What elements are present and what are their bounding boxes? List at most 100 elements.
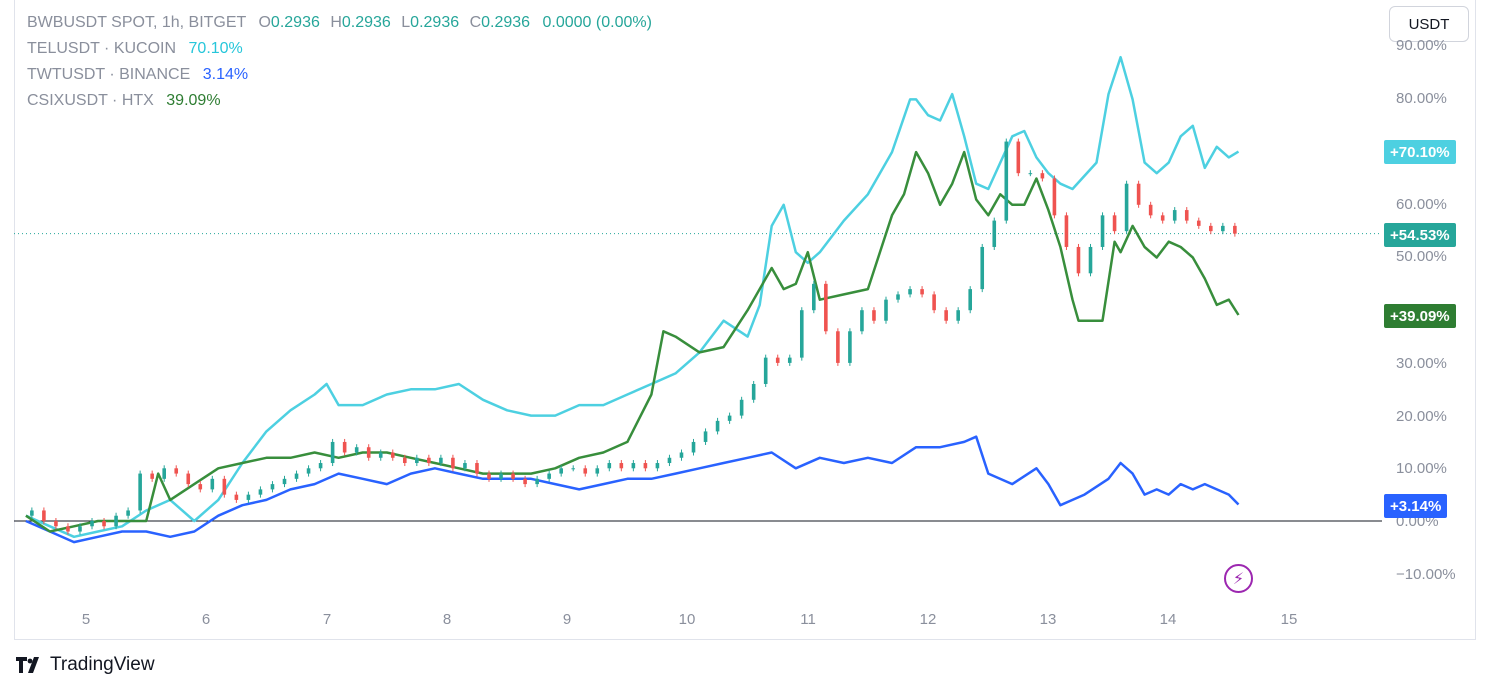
candle-body — [667, 457, 672, 464]
candle-body — [1076, 246, 1081, 274]
main-price-badge: +54.53% — [1384, 223, 1456, 247]
tel-value: 70.10% — [188, 40, 243, 57]
candle-body — [944, 310, 948, 321]
y-tick: 80.00% — [1396, 90, 1447, 107]
legend-compare-twt[interactable]: TWTUSDT · BINANCE 3.14% — [27, 62, 652, 88]
candle-body — [306, 468, 311, 474]
candle-body — [1064, 215, 1069, 247]
twt-value: 3.14% — [202, 66, 249, 83]
candle-body — [463, 463, 467, 469]
main-symbol: BWBUSDT SPOT, 1h, BITGET — [27, 14, 247, 31]
candle-body — [1233, 225, 1237, 234]
close-value: 0.2936 — [481, 14, 531, 31]
candle-body — [126, 510, 130, 516]
x-tick: 14 — [1159, 611, 1177, 628]
candle-body — [896, 294, 900, 300]
candle-body — [992, 220, 997, 247]
legend: BWBUSDT SPOT, 1h, BITGET O0.2936 H0.2936… — [27, 10, 652, 114]
candle-body — [439, 457, 443, 464]
candle-body — [799, 310, 804, 358]
candle-body — [932, 294, 936, 311]
candle-body — [583, 468, 588, 474]
candle-body — [282, 478, 287, 485]
x-tick: 7 — [322, 611, 332, 628]
candle-body — [330, 441, 335, 464]
candle-body — [1209, 225, 1213, 232]
candle-body — [30, 510, 34, 516]
candle-body — [415, 457, 419, 464]
x-tick: 12 — [919, 611, 937, 628]
candle-body — [703, 431, 708, 442]
twt-price-badge: +3.14% — [1384, 494, 1448, 518]
candle-body — [595, 468, 600, 474]
csix-symbol: CSIXUSDT · HTX — [27, 92, 154, 109]
tel-symbol: TELUSDT · KUCOIN — [27, 40, 177, 57]
candle-body — [643, 463, 648, 469]
candle-body — [270, 484, 275, 490]
candle-body — [1221, 225, 1225, 232]
legend-compare-csix[interactable]: CSIXUSDT · HTX 39.09% — [27, 88, 652, 114]
candle-body — [78, 526, 82, 532]
candle-body — [378, 452, 383, 458]
tradingview-logo-icon — [16, 657, 39, 673]
candle-body — [559, 468, 563, 474]
candle-body — [342, 441, 347, 453]
candle-body — [607, 463, 612, 469]
candle-body — [920, 289, 924, 295]
candle-body — [655, 463, 660, 469]
candle-body — [475, 463, 479, 474]
candle-body — [210, 478, 215, 490]
open-label: O — [258, 14, 271, 31]
candle-body — [1184, 210, 1189, 221]
candle-body — [42, 510, 46, 521]
candle-body — [1040, 173, 1045, 179]
x-tick: 13 — [1039, 611, 1057, 628]
candle-body — [66, 526, 70, 532]
candle-body — [114, 515, 118, 527]
low-label: L — [401, 14, 411, 31]
candle-body — [451, 457, 455, 469]
candle-body — [956, 310, 960, 321]
candle-body — [174, 468, 179, 474]
candle-body — [234, 494, 239, 500]
lightning-icon[interactable]: ⚡ — [1224, 564, 1253, 593]
legend-compare-tel[interactable]: TELUSDT · KUCOIN 70.10% — [27, 36, 652, 62]
candle-body — [908, 289, 912, 295]
y-tick: 10.00% — [1396, 460, 1447, 477]
candle-body — [366, 447, 371, 458]
candle-body — [1100, 215, 1105, 247]
legend-main-row[interactable]: BWBUSDT SPOT, 1h, BITGET O0.2936 H0.2936… — [27, 10, 652, 36]
candle-body — [968, 289, 973, 311]
candle-body — [499, 473, 503, 479]
candle-body — [487, 473, 491, 479]
x-tick: 8 — [442, 611, 452, 628]
candle-body — [739, 399, 744, 416]
y-tick: 20.00% — [1396, 408, 1447, 425]
high-label: H — [330, 14, 342, 31]
y-tick: 30.00% — [1396, 355, 1447, 372]
candle-body — [1052, 178, 1057, 216]
low-value: 0.2936 — [410, 14, 460, 31]
candle-body — [631, 463, 636, 469]
candle-body — [571, 468, 576, 470]
candle-body — [691, 441, 696, 453]
tel-price-badge: +70.10% — [1384, 140, 1456, 164]
candle-body — [1196, 220, 1201, 226]
x-tick: 11 — [800, 611, 816, 628]
candle-body — [1088, 246, 1093, 274]
candle-body — [824, 283, 828, 332]
candle-body — [884, 299, 888, 321]
candle-body — [186, 473, 191, 485]
candle-body — [679, 452, 684, 458]
candle-body — [294, 473, 299, 479]
candle-body — [318, 463, 323, 469]
candle-body — [836, 331, 840, 363]
candle-body — [222, 478, 227, 495]
candle-body — [523, 478, 527, 485]
candle-body — [162, 468, 166, 479]
close-label: C — [469, 14, 482, 31]
twt-series-line — [25, 435, 1240, 544]
open-value: 0.2936 — [270, 14, 320, 31]
tradingview-brand[interactable]: TradingView — [16, 654, 155, 676]
candle-body — [390, 452, 395, 458]
